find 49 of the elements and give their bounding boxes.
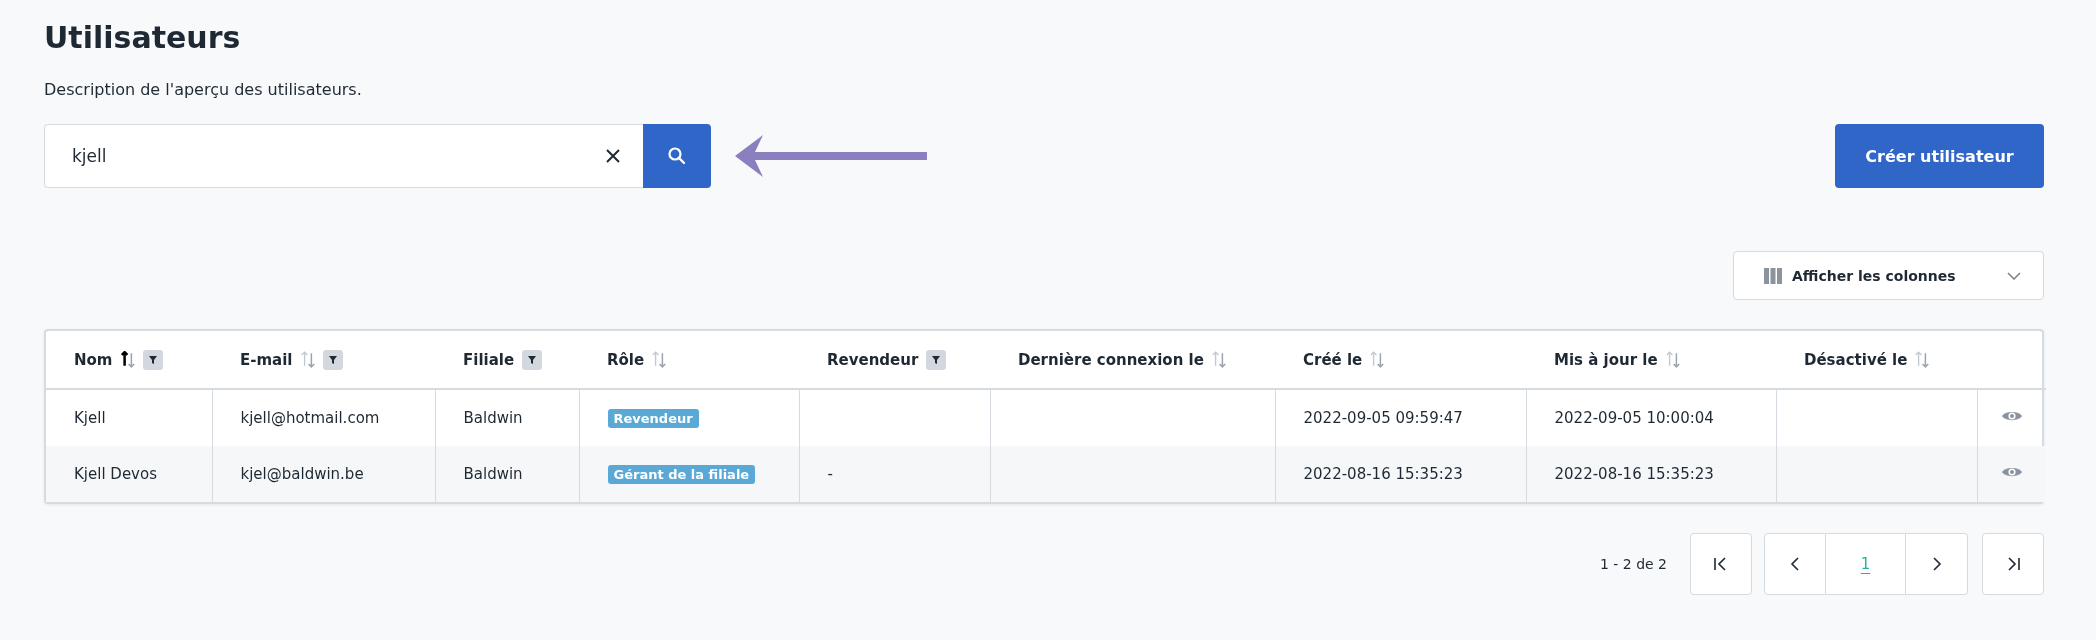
view-icon[interactable]	[2000, 465, 2023, 479]
filter-icon[interactable]	[522, 349, 543, 370]
table-cell: 2022-08-16 15:35:23	[1303, 465, 1463, 483]
filter-icon[interactable]	[142, 349, 163, 370]
table-cell: Kjell Devos	[74, 465, 157, 483]
column-header[interactable]: E-mail	[240, 350, 293, 369]
page-title: Utilisateurs	[44, 19, 242, 57]
table-cell: Baldwin	[463, 465, 523, 483]
columns-dropdown[interactable]: Afficher les colonnes	[1733, 251, 2044, 300]
table-cell: -	[827, 465, 833, 483]
role-tag: Gérant de la filiale	[607, 465, 756, 484]
pagination-range: 1 - 2 de 2	[1599, 556, 1667, 572]
chevron-left-icon	[1790, 557, 1800, 571]
table-cell: 2022-08-16 15:35:23	[1554, 465, 1714, 483]
table-cell: Baldwin	[463, 409, 523, 427]
arrow-icon	[735, 135, 927, 177]
last-page-button[interactable]	[1982, 533, 2044, 595]
page-description: Description de l'aperçu des utilisateurs.	[44, 80, 363, 100]
previous-page-button[interactable]	[1764, 533, 1826, 595]
clear-icon[interactable]	[605, 148, 621, 164]
search-icon	[667, 146, 687, 166]
first-page-button[interactable]	[1690, 533, 1752, 595]
column-header[interactable]: Revendeur	[827, 350, 919, 369]
column-header[interactable]: Filiale	[463, 350, 515, 369]
role-tag: Revendeur	[607, 409, 699, 428]
first-page-icon	[1713, 557, 1729, 571]
table-cell: Kjell	[74, 409, 106, 427]
column-header[interactable]: Désactivé le	[1804, 350, 1908, 369]
chevron-down-icon	[2007, 271, 2021, 280]
next-page-button[interactable]	[1906, 533, 1968, 595]
column-header[interactable]: Créé le	[1303, 350, 1363, 369]
last-page-icon	[2005, 557, 2021, 571]
table-cell: kjel@baldwin.be	[240, 465, 364, 483]
column-header[interactable]: Mis à jour le	[1554, 350, 1658, 369]
filter-icon[interactable]	[322, 349, 343, 370]
search-field[interactable]: kjell	[44, 124, 643, 188]
table-cell: 2022-09-05 10:00:04	[1554, 409, 1714, 427]
column-header[interactable]: Dernière connexion le	[1018, 350, 1204, 369]
filter-icon[interactable]	[926, 349, 947, 370]
table-cell: 2022-09-05 09:59:47	[1303, 409, 1463, 427]
column-header[interactable]: Rôle	[607, 350, 645, 369]
search-button[interactable]	[643, 124, 711, 188]
columns-icon	[1764, 267, 1782, 284]
view-icon[interactable]	[2000, 409, 2023, 423]
chevron-right-icon	[1931, 557, 1942, 571]
table-cell: kjell@hotmail.com	[240, 409, 380, 427]
sort-icon[interactable]	[120, 351, 135, 368]
create-user-button[interactable]: Créer utilisateur	[1835, 124, 2044, 188]
column-header[interactable]: Nom	[74, 350, 113, 369]
